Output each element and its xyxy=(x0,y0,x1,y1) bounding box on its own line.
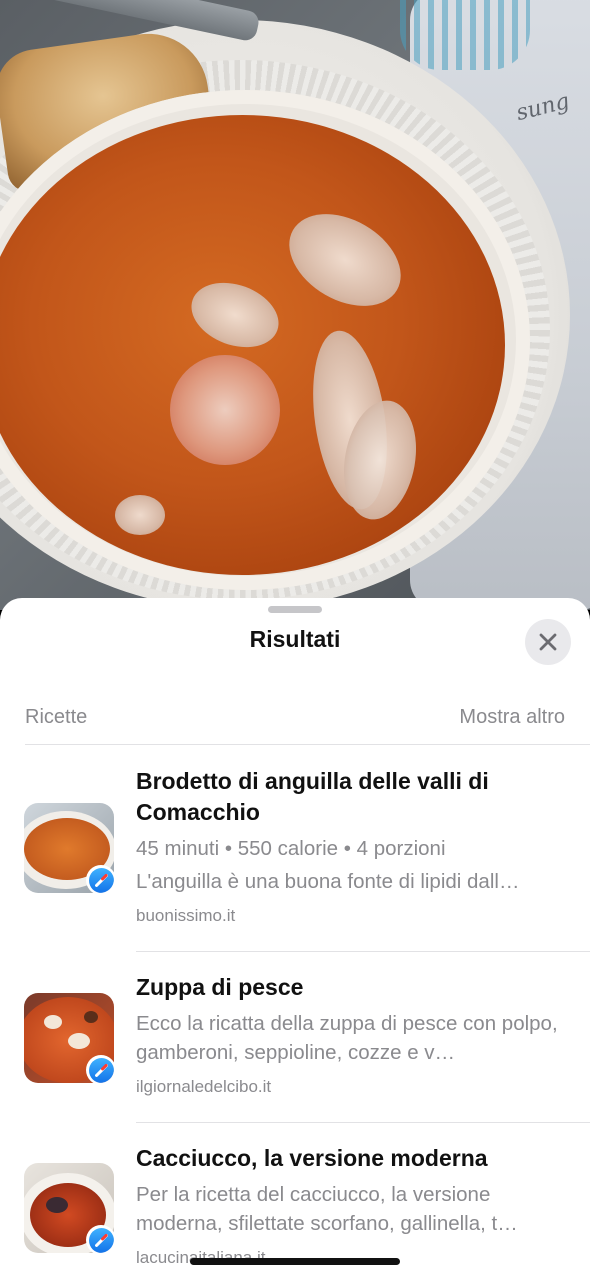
section-header: Ricette Mostra altro xyxy=(25,706,565,729)
tablecloth-pattern xyxy=(400,0,530,70)
recipe-source: buonissimo.it xyxy=(136,906,236,925)
safari-icon xyxy=(86,1055,114,1083)
recipe-thumbnail xyxy=(24,993,114,1083)
food-photo: sung xyxy=(0,0,590,610)
sheet-grabber[interactable] xyxy=(268,606,322,613)
recipe-description: L'anguilla è una buona fonte di lipidi d… xyxy=(136,870,520,893)
fish-piece xyxy=(115,495,165,535)
recipe-meta: 45 minuti • 550 calorie • 4 porzioni xyxy=(136,837,446,860)
recipe-description: Ecco la ricatta della zuppa di pesce con… xyxy=(136,1012,558,1064)
close-button[interactable] xyxy=(525,619,571,665)
recipe-title: Cacciucco, la versione moderna xyxy=(136,1145,488,1171)
recipe-source: ilgiornaledelcibo.it xyxy=(136,1077,272,1096)
section-label: Ricette xyxy=(25,706,88,728)
recipe-thumbnail xyxy=(24,1163,114,1253)
recipe-title: Zuppa di pesce xyxy=(136,974,304,1000)
sheet-title: Risultati xyxy=(249,626,341,652)
recipe-thumbnail xyxy=(24,803,114,893)
recipe-description: Per la ricetta del cacciucco, la version… xyxy=(136,1183,518,1235)
home-indicator[interactable] xyxy=(190,1258,400,1265)
divider xyxy=(136,1122,590,1123)
shrimp xyxy=(170,355,280,465)
results-sheet: Risultati Ricette Mostra altro Brodetto … xyxy=(0,598,590,1280)
safari-icon xyxy=(86,865,114,893)
close-icon xyxy=(539,633,557,651)
divider xyxy=(25,744,590,745)
show-more-button[interactable]: Mostra altro xyxy=(459,706,565,729)
safari-icon xyxy=(86,1225,114,1253)
recipe-title: Brodetto di anguilla delle valli di Coma… xyxy=(136,768,489,825)
divider xyxy=(136,951,590,952)
